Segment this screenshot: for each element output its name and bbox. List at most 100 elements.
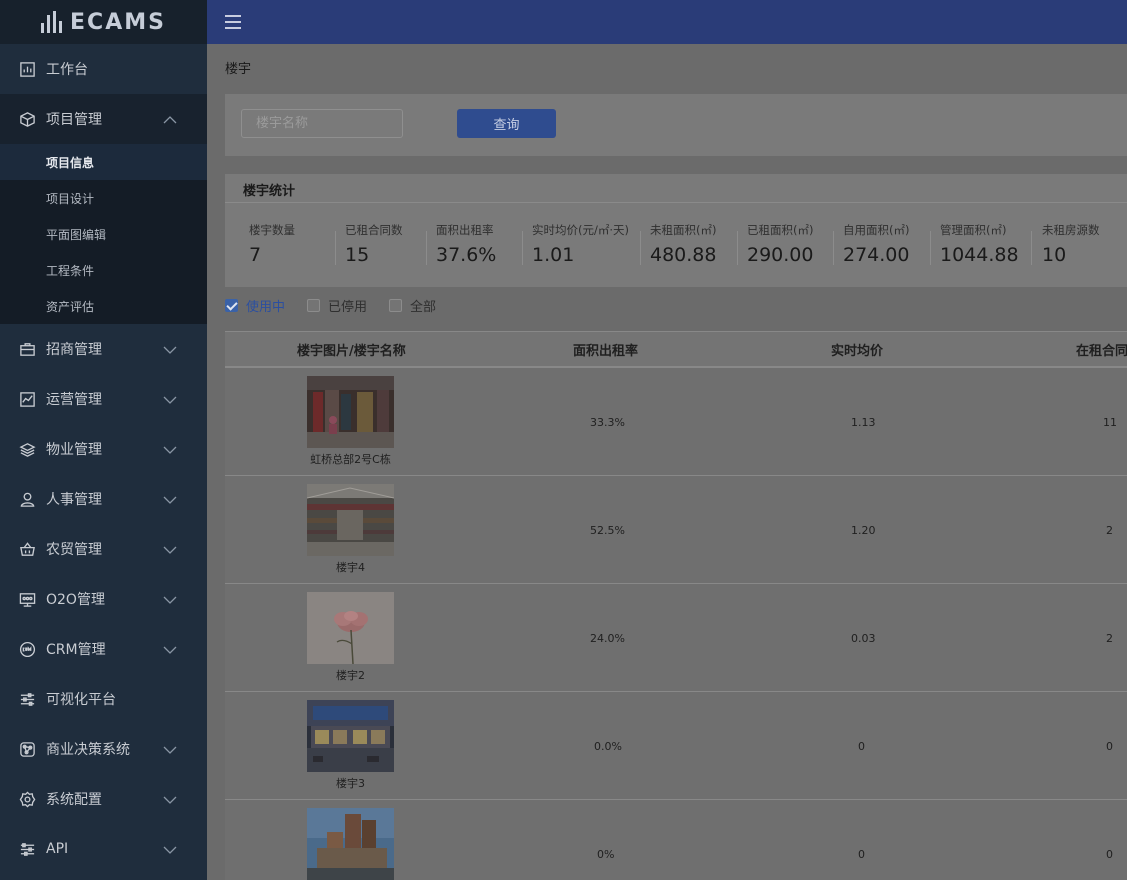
chevron-down-icon (163, 392, 177, 406)
hamburger-menu-icon[interactable] (225, 15, 241, 29)
chevron-down-icon (163, 842, 177, 856)
building-name-input[interactable] (241, 109, 403, 138)
search-card: 查询 (225, 94, 1127, 156)
stat-occupancy-rate: 面积出租率 37.6% (436, 222, 496, 266)
logo[interactable]: ECAMS (0, 0, 207, 44)
chevron-up-icon (163, 112, 177, 126)
sidebar-item-label: 项目管理 (46, 112, 102, 128)
contract-count: 0 (1106, 848, 1113, 861)
stat-unleased-units: 未租房源数 10 (1042, 222, 1100, 266)
building-name[interactable]: 楼宇3 (225, 775, 476, 791)
table-row[interactable]: 虹桥总部2号C栋 33.3% 1.13 11 (225, 368, 1127, 476)
column-header-price: 实时均价 (831, 343, 884, 359)
sidebar-item-api[interactable]: API (0, 824, 207, 874)
stat-label: 面积出租率 (436, 223, 494, 237)
contract-count: 2 (1106, 524, 1113, 537)
stat-label: 实时均价(元/㎡·天) (532, 223, 630, 237)
building-thumbnail-image[interactable] (307, 484, 394, 556)
sidebar-item-leasing[interactable]: 招商管理 (0, 324, 207, 374)
stat-label: 自用面积(㎡) (843, 223, 910, 237)
avg-price: 1.20 (851, 524, 876, 537)
sidebar: ECAMS 工作台 项目管理 项目信息 项目设计 平面图编辑 工程条件 资产评估… (0, 0, 207, 880)
sidebar-item-hr[interactable]: 人事管理 (0, 474, 207, 524)
api-icon (18, 840, 36, 858)
sidebar-subitem-floorplan-edit[interactable]: 平面图编辑 (0, 216, 207, 252)
divider (225, 202, 1127, 203)
status-filter: 使用中 已停用 全部 (225, 295, 458, 315)
divider (833, 231, 834, 265)
stats-title: 楼宇统计 (243, 184, 296, 199)
sidebar-item-label: 系统配置 (46, 792, 102, 808)
stat-value: 274.00 (843, 244, 910, 266)
stat-value: 1.01 (532, 244, 575, 266)
layers-icon (18, 440, 36, 458)
sidebar-item-o2o[interactable]: O2O管理 (0, 574, 207, 624)
table-row[interactable]: 楼宇3 0.0% 0 0 (225, 692, 1127, 800)
chevron-down-icon (163, 642, 177, 656)
table-row[interactable]: 0% 0 0 (225, 800, 1127, 880)
chevron-down-icon (163, 542, 177, 556)
chevron-down-icon (163, 442, 177, 456)
table-header: 楼宇图片/楼宇名称 面积出租率 实时均价 在租合同 (225, 331, 1127, 368)
sidebar-item-crm[interactable]: CRM管理 (0, 624, 207, 674)
sidebar-item-operations[interactable]: 运营管理 (0, 374, 207, 424)
chevron-down-icon (163, 342, 177, 356)
sidebar-subitem-project-design[interactable]: 项目设计 (0, 180, 207, 216)
submenu-project: 项目信息 项目设计 平面图编辑 工程条件 资产评估 (0, 144, 207, 324)
sidebar-item-label: 运营管理 (46, 392, 102, 408)
column-header-building: 楼宇图片/楼宇名称 (297, 343, 406, 359)
occupancy-rate: 52.5% (590, 524, 625, 537)
stat-managed-area: 管理面积(㎡) 1044.88 (940, 222, 1019, 266)
sidebar-subitem-asset-eval[interactable]: 资产评估 (0, 288, 207, 324)
checkbox-label: 使用中 (246, 299, 286, 315)
query-button[interactable]: 查询 (457, 109, 556, 138)
filter-disabled-checkbox[interactable]: 已停用 (307, 296, 367, 315)
stat-label: 已租面积(㎡) (747, 223, 814, 237)
chevron-down-icon (163, 592, 177, 606)
breadcrumb: 楼宇 (225, 62, 252, 77)
sidebar-item-visual-platform[interactable]: 可视化平台 (0, 674, 207, 724)
top-bar (207, 0, 1127, 44)
building-thumbnail-image[interactable] (307, 376, 394, 448)
occupancy-rate: 24.0% (590, 632, 625, 645)
sidebar-item-business-decision[interactable]: 商业决策系统 (0, 724, 207, 774)
contract-count: 11 (1103, 416, 1117, 429)
filter-in-use-checkbox[interactable]: 使用中 (225, 296, 285, 315)
sidebar-item-project[interactable]: 项目管理 (0, 94, 207, 144)
sidebar-item-market[interactable]: 农贸管理 (0, 524, 207, 574)
stat-avg-price: 实时均价(元/㎡·天) 1.01 (532, 222, 629, 266)
divider (737, 231, 738, 265)
checkbox-icon (307, 298, 321, 312)
building-name[interactable]: 楼宇2 (225, 667, 476, 683)
table-row[interactable]: 楼宇4 52.5% 1.20 2 (225, 476, 1127, 584)
sidebar-item-system-config[interactable]: 系统配置 (0, 774, 207, 824)
building-thumbnail-image[interactable] (307, 592, 394, 664)
table-row[interactable]: 楼宇2 24.0% 0.03 2 (225, 584, 1127, 692)
filter-all-checkbox[interactable]: 全部 (389, 296, 436, 315)
sidebar-item-label: CRM管理 (46, 642, 106, 658)
divider (930, 231, 931, 265)
trend-icon (18, 390, 36, 408)
sidebar-item-property[interactable]: 物业管理 (0, 424, 207, 474)
network-icon (18, 740, 36, 758)
sidebar-item-label: 物业管理 (46, 442, 102, 458)
contract-count: 2 (1106, 632, 1113, 645)
building-name[interactable]: 虹桥总部2号C栋 (225, 451, 476, 467)
stat-unleased-area: 未租面积(㎡) 480.88 (650, 222, 716, 266)
building-name[interactable]: 楼宇4 (225, 559, 476, 575)
sidebar-item-workbench[interactable]: 工作台 (0, 44, 207, 94)
divider (1031, 231, 1032, 265)
stat-value: 7 (249, 244, 262, 266)
sidebar-subitem-engineering[interactable]: 工程条件 (0, 252, 207, 288)
sidebar-subitem-project-info[interactable]: 项目信息 (0, 144, 207, 180)
sidebar-item-label: 人事管理 (46, 492, 102, 508)
building-thumbnail-image[interactable] (307, 808, 394, 880)
contract-count: 0 (1106, 740, 1113, 753)
stat-self-use-area: 自用面积(㎡) 274.00 (843, 222, 909, 266)
building-thumbnail-image[interactable] (307, 700, 394, 772)
avg-price: 0 (858, 740, 865, 753)
stat-label: 管理面积(㎡) (940, 223, 1007, 237)
logo-mark-icon (41, 11, 63, 33)
sidebar-item-label: 工作台 (46, 62, 88, 78)
stat-value: 15 (345, 244, 370, 266)
